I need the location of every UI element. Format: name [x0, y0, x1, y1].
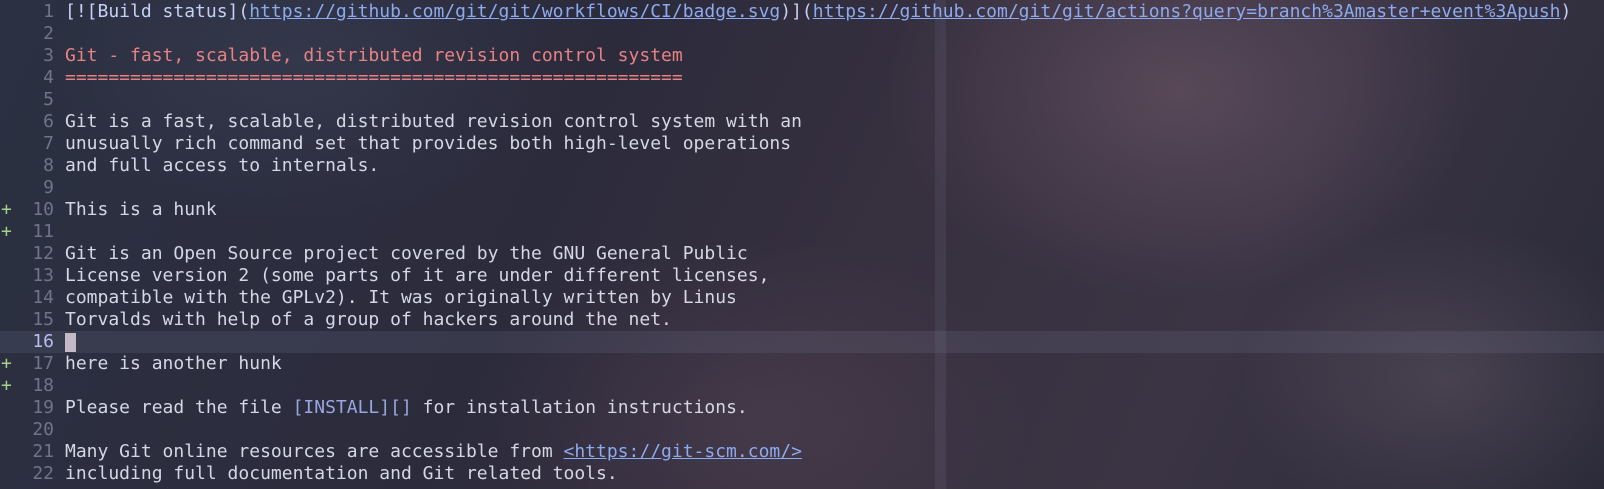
- line-number: 18: [32, 375, 54, 396]
- text-segment: This is a hunk: [65, 199, 217, 220]
- line-number: 12: [32, 243, 54, 264]
- line-text[interactable]: [65, 331, 76, 353]
- line-number: 22: [32, 463, 54, 484]
- line-number: 4: [43, 67, 54, 88]
- line-number: 21: [32, 441, 54, 462]
- line-number: 17: [32, 353, 54, 374]
- buffer-lines[interactable]: 1 [![Build status](https://github.com/git…: [0, 1, 1604, 485]
- line-text[interactable]: unusually rich command set that provides…: [65, 133, 791, 155]
- editor-window[interactable]: 1 [![Build status](https://github.com/git…: [0, 0, 1604, 489]
- line-number: 11: [32, 221, 54, 242]
- editor-line[interactable]: 14 compatible with the GPLv2). It was ori…: [0, 287, 1604, 309]
- line-number: 1: [43, 1, 54, 22]
- line-number: 14: [32, 287, 54, 308]
- editor-line[interactable]: +10 This is a hunk: [0, 199, 1604, 221]
- text-segment: [INSTALL][]: [292, 397, 412, 418]
- editor-line[interactable]: 12 Git is an Open Source project covered …: [0, 243, 1604, 265]
- line-text[interactable]: License version 2 (some parts of it are …: [65, 265, 769, 287]
- line-text[interactable]: This is a hunk: [65, 199, 217, 221]
- editor-line[interactable]: 15 Torvalds with help of a group of hacke…: [0, 309, 1604, 331]
- text-segment: for installation instructions.: [411, 397, 748, 418]
- markdown-link[interactable]: <https://git-scm.com/>: [564, 441, 802, 462]
- text-segment: Many Git online resources are accessible…: [65, 441, 564, 462]
- editor-line[interactable]: 13 License version 2 (some parts of it ar…: [0, 265, 1604, 287]
- line-text[interactable]: compatible with the GPLv2). It was origi…: [65, 287, 737, 309]
- editor-line[interactable]: 5: [0, 89, 1604, 111]
- text-segment: unusually rich command set that provides…: [65, 133, 792, 154]
- editor-line[interactable]: 16: [0, 331, 1604, 353]
- text-segment: Git is a fast, scalable, distributed rev…: [65, 111, 802, 132]
- markdown-link[interactable]: https://github.com/git/git/workflows/CI/…: [249, 1, 780, 22]
- git-added-sign: +: [1, 375, 12, 396]
- editor-line[interactable]: 4 =======================================…: [0, 67, 1604, 89]
- editor-line[interactable]: 1 [![Build status](https://github.com/git…: [0, 1, 1604, 23]
- line-text[interactable]: Git is an Open Source project covered by…: [65, 243, 748, 265]
- line-number: 10: [32, 199, 54, 220]
- line-number: 8: [43, 155, 54, 176]
- editor-line[interactable]: 20: [0, 419, 1604, 441]
- line-text[interactable]: including full documentation and Git rel…: [65, 463, 618, 485]
- editor-line[interactable]: 21 Many Git online resources are accessib…: [0, 441, 1604, 463]
- line-number: 19: [32, 397, 54, 418]
- text-segment: compatible with the GPLv2). It was origi…: [65, 287, 737, 308]
- text-segment: )](: [780, 1, 813, 22]
- editor-line[interactable]: 3 Git - fast, scalable, distributed revis…: [0, 45, 1604, 67]
- text-segment: License version 2 (some parts of it are …: [65, 265, 770, 286]
- editor-line[interactable]: 8 and full access to internals.: [0, 155, 1604, 177]
- text-segment: including full documentation and Git rel…: [65, 463, 618, 484]
- line-number: 7: [43, 133, 54, 154]
- markdown-link[interactable]: https://github.com/git/git/actions?query…: [813, 1, 1561, 22]
- editor-line[interactable]: 2: [0, 23, 1604, 45]
- editor-line[interactable]: 6 Git is a fast, scalable, distributed re…: [0, 111, 1604, 133]
- line-text[interactable]: ========================================…: [65, 67, 683, 89]
- line-number: 16: [32, 331, 54, 352]
- editor-line[interactable]: 7 unusually rich command set that provide…: [0, 133, 1604, 155]
- line-text[interactable]: here is another hunk: [65, 353, 282, 375]
- line-number: 15: [32, 309, 54, 330]
- line-text[interactable]: Torvalds with help of a group of hackers…: [65, 309, 672, 331]
- git-added-sign: +: [1, 221, 12, 242]
- line-number: 2: [43, 23, 54, 44]
- line-number: 6: [43, 111, 54, 132]
- line-text[interactable]: Please read the file [INSTALL][] for ins…: [65, 397, 748, 419]
- git-added-sign: +: [1, 353, 12, 374]
- line-number: 9: [43, 177, 54, 198]
- line-number: 13: [32, 265, 54, 286]
- line-text[interactable]: and full access to internals.: [65, 155, 379, 177]
- text-cursor: [65, 332, 76, 352]
- text-segment: ): [1560, 1, 1572, 22]
- line-text[interactable]: Git is a fast, scalable, distributed rev…: [65, 111, 802, 133]
- text-segment: and full access to internals.: [65, 155, 380, 176]
- text-segment: [![Build status](: [65, 1, 250, 22]
- text-segment: Torvalds with help of a group of hackers…: [65, 309, 672, 330]
- editor-line[interactable]: 22 including full documentation and Git r…: [0, 463, 1604, 485]
- line-number: 3: [43, 45, 54, 66]
- markdown-heading: Git - fast, scalable, distributed revisi…: [65, 45, 683, 66]
- text-segment: ========================================…: [65, 67, 683, 88]
- line-text[interactable]: Git - fast, scalable, distributed revisi…: [65, 45, 683, 67]
- line-text[interactable]: [![Build status](https://github.com/git/…: [65, 1, 1571, 23]
- editor-line[interactable]: +18: [0, 375, 1604, 397]
- line-number: 5: [43, 89, 54, 110]
- text-segment: Git is an Open Source project covered by…: [65, 243, 748, 264]
- editor-line[interactable]: +11: [0, 221, 1604, 243]
- git-added-sign: +: [1, 199, 12, 220]
- line-text[interactable]: Many Git online resources are accessible…: [65, 441, 802, 463]
- editor-line[interactable]: +17 here is another hunk: [0, 353, 1604, 375]
- line-number: 20: [32, 419, 54, 440]
- text-segment: here is another hunk: [65, 353, 282, 374]
- editor-line[interactable]: 9: [0, 177, 1604, 199]
- text-segment: Please read the file: [65, 397, 293, 418]
- editor-line[interactable]: 19 Please read the file [INSTALL][] for i…: [0, 397, 1604, 419]
